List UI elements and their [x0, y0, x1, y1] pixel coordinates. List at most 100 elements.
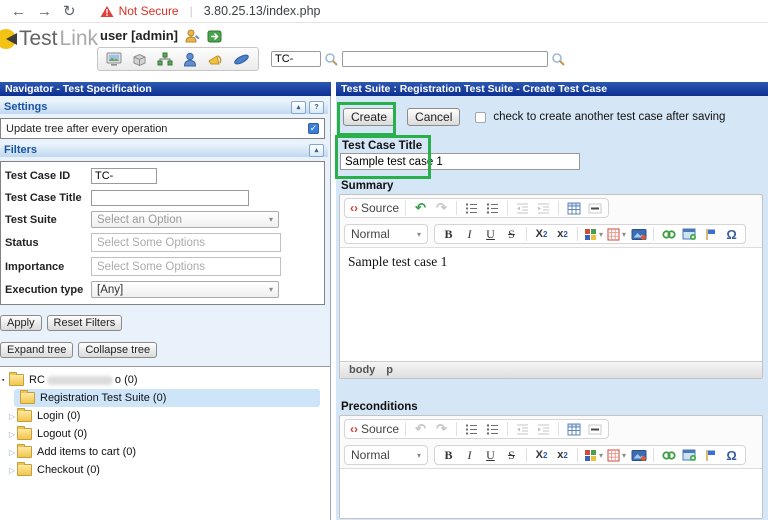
underline-icon[interactable]: U [481, 226, 500, 242]
search-icon[interactable] [551, 52, 565, 66]
text-color-icon[interactable]: ▾ [583, 226, 604, 242]
element-path-body[interactable]: body [349, 364, 375, 376]
paragraph-format-select[interactable]: Normal ▾ [344, 445, 428, 465]
flag-icon[interactable] [701, 226, 720, 242]
strikethrough-icon[interactable]: S [502, 447, 521, 463]
summary-editor-body[interactable]: Sample test case 1 [340, 247, 762, 361]
create-button[interactable]: Create [343, 108, 396, 126]
strikethrough-icon[interactable]: S [502, 226, 521, 242]
horn-icon[interactable] [207, 52, 223, 67]
user-management-icon[interactable] [183, 52, 197, 67]
source-button[interactable]: ‹› Source [349, 200, 400, 216]
element-path-p[interactable]: p [386, 364, 393, 376]
horizontal-rule-icon[interactable] [585, 421, 604, 437]
source-button[interactable]: ‹› Source [349, 421, 400, 437]
search-icon[interactable] [324, 52, 338, 66]
filter-execution-type-select[interactable]: [Any] ▾ [91, 281, 279, 298]
bold-icon[interactable]: B [439, 447, 458, 463]
undo-icon[interactable]: ↶ [411, 200, 430, 216]
bulleted-list-icon[interactable] [483, 421, 502, 437]
image-icon[interactable] [629, 226, 648, 242]
underline-icon[interactable]: U [481, 447, 500, 463]
new-window-icon[interactable] [680, 447, 699, 463]
paragraph-format-select[interactable]: Normal ▾ [344, 224, 428, 244]
filter-test-suite-select[interactable]: Select an Option ▾ [91, 211, 279, 228]
background-color-icon[interactable]: ▾ [606, 447, 627, 463]
indent-icon[interactable] [534, 421, 553, 437]
filter-test-case-title-input[interactable] [91, 189, 249, 206]
tree-root-node[interactable]: ▪ RC o (0) [0, 371, 330, 389]
cancel-button[interactable]: Cancel [407, 108, 461, 126]
image-icon[interactable] [629, 447, 648, 463]
text-color-icon[interactable]: ▾ [583, 447, 604, 463]
indent-icon[interactable] [534, 200, 553, 216]
summary-content: Sample test case 1 [348, 254, 448, 269]
settings-section-header[interactable]: Settings ▴ ? [0, 100, 328, 114]
horizontal-rule-icon[interactable] [585, 200, 604, 216]
subscript-base: X [535, 228, 543, 240]
bold-icon[interactable]: B [439, 226, 458, 242]
link-icon[interactable] [659, 447, 678, 463]
numbered-list-icon[interactable] [462, 421, 481, 437]
sitemap-icon[interactable] [157, 52, 173, 67]
my-settings-icon[interactable] [185, 29, 200, 43]
special-char-icon[interactable]: Ω [722, 447, 741, 463]
italic-icon[interactable]: I [460, 226, 479, 242]
update-tree-checkbox[interactable]: ✓ [308, 123, 319, 134]
test-case-title-input[interactable] [340, 153, 580, 170]
table-icon[interactable] [564, 200, 583, 216]
edit-icon[interactable] [233, 52, 250, 67]
numbered-list-icon[interactable] [462, 200, 481, 216]
redo-icon[interactable]: ↷ [432, 200, 451, 216]
box-icon[interactable] [132, 52, 147, 67]
settings-help-button[interactable]: ? [309, 100, 324, 114]
italic-icon[interactable]: I [460, 447, 479, 463]
new-window-icon[interactable] [680, 226, 699, 242]
preconditions-editor-body[interactable] [340, 468, 762, 518]
tc-id-search-input[interactable] [271, 51, 321, 67]
expand-tree-button[interactable]: Expand tree [0, 342, 74, 358]
subscript-icon[interactable]: X2 [532, 447, 551, 463]
link-icon[interactable] [659, 226, 678, 242]
outdent-icon[interactable] [513, 200, 532, 216]
forward-icon[interactable]: → [37, 4, 52, 19]
tree-node-login[interactable]: ▷ Login (0) [0, 407, 330, 425]
tree-node-add-items-to-cart[interactable]: ▷ Add items to cart (0) [0, 443, 330, 461]
back-icon[interactable]: ← [11, 4, 26, 19]
flag-icon[interactable] [701, 447, 720, 463]
filters-section-header[interactable]: Filters ▴ [0, 143, 328, 157]
outdent-icon[interactable] [513, 421, 532, 437]
logout-icon[interactable] [207, 29, 222, 43]
create-another-checkbox[interactable] [475, 111, 487, 123]
undo-icon[interactable]: ↶ [411, 421, 430, 437]
expand-arrow-icon[interactable]: ▷ [7, 430, 17, 439]
address-bar[interactable]: Not Secure | 3.80.25.13/index.php [100, 4, 321, 18]
tree-node-checkout[interactable]: ▷ Checkout (0) [0, 461, 330, 479]
collapse-tree-button[interactable]: Collapse tree [78, 342, 158, 358]
special-char-icon[interactable]: Ω [722, 226, 741, 242]
superscript-icon[interactable]: x2 [553, 226, 572, 242]
tree-node-logout[interactable]: ▷ Logout (0) [0, 425, 330, 443]
apply-button[interactable]: Apply [0, 315, 42, 331]
filter-importance-multiselect[interactable]: Select Some Options [91, 257, 281, 276]
keyword-search-input[interactable] [342, 51, 548, 67]
redacted-project-name [46, 375, 113, 385]
background-color-icon[interactable]: ▾ [606, 226, 627, 242]
reload-icon[interactable]: ↻ [63, 4, 76, 19]
tree-root-marker-icon[interactable]: ▪ [2, 377, 9, 384]
desktop-icon[interactable] [106, 52, 122, 67]
reset-filters-button[interactable]: Reset Filters [46, 315, 123, 331]
superscript-icon[interactable]: x2 [553, 447, 572, 463]
filter-status-multiselect[interactable]: Select Some Options [91, 233, 281, 252]
tree-node-registration-test-suite[interactable]: Registration Test Suite (0) [14, 389, 320, 407]
expand-arrow-icon[interactable]: ▷ [7, 466, 17, 475]
redo-icon[interactable]: ↷ [432, 421, 451, 437]
table-icon[interactable] [564, 421, 583, 437]
subscript-icon[interactable]: X2 [532, 226, 551, 242]
expand-arrow-icon[interactable]: ▷ [7, 412, 17, 421]
bulleted-list-icon[interactable] [483, 200, 502, 216]
settings-collapse-button[interactable]: ▴ [291, 100, 306, 114]
filters-collapse-button[interactable]: ▴ [309, 143, 324, 157]
filter-test-case-id-input[interactable] [91, 167, 157, 184]
expand-arrow-icon[interactable]: ▷ [7, 448, 17, 457]
